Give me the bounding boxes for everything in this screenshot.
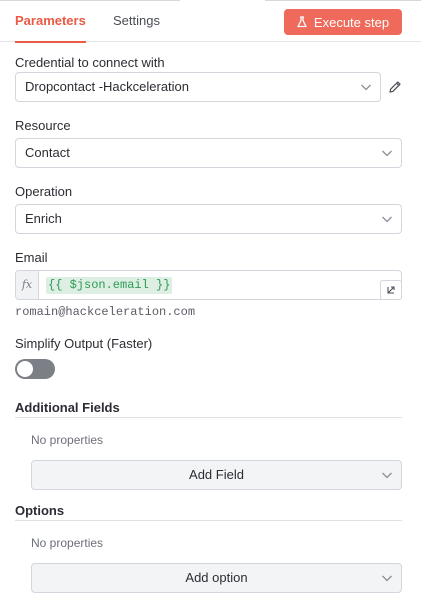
additional-fields-empty: No properties: [31, 433, 104, 447]
email-label: Email: [15, 250, 48, 265]
email-resolved-value: romain@hackceleration.com: [15, 305, 196, 319]
simplify-label: Simplify Output (Faster): [15, 336, 153, 351]
execute-step-button[interactable]: Execute step: [284, 9, 402, 35]
operation-value: Enrich: [25, 211, 62, 226]
simplify-toggle[interactable]: [15, 359, 55, 379]
tab-settings[interactable]: Settings: [113, 0, 160, 42]
add-field-label: Add Field: [189, 467, 244, 482]
add-field-button[interactable]: Add Field: [31, 460, 402, 490]
credential-label: Credential to connect with: [15, 55, 165, 70]
add-option-button[interactable]: Add option: [31, 563, 402, 593]
expand-icon: [387, 286, 395, 294]
resource-label: Resource: [15, 118, 71, 133]
chevron-down-icon: [382, 472, 392, 479]
section-divider: [15, 520, 402, 521]
tab-parameters[interactable]: Parameters: [15, 0, 86, 43]
credential-value: Dropcontact -Hackceleration: [25, 79, 190, 94]
additional-fields-title: Additional Fields: [15, 400, 120, 415]
resource-value: Contact: [25, 145, 70, 160]
email-expression-field[interactable]: fx {{ $json.email }}: [15, 270, 402, 300]
email-expression[interactable]: {{ $json.email }}: [46, 277, 173, 294]
execute-step-label: Execute step: [313, 14, 390, 30]
fx-icon: fx: [16, 271, 39, 299]
section-divider: [15, 417, 402, 418]
chevron-down-icon: [382, 575, 392, 582]
options-title: Options: [15, 503, 65, 518]
operation-label: Operation: [15, 184, 73, 199]
pencil-icon[interactable]: [388, 80, 402, 94]
operation-select[interactable]: Enrich: [15, 204, 402, 234]
add-option-label: Add option: [185, 570, 248, 585]
chevron-down-icon: [382, 216, 392, 223]
tab-label: Parameters: [15, 13, 86, 28]
toggle-knob: [17, 361, 33, 377]
options-empty: No properties: [31, 536, 104, 550]
flask-icon: [297, 16, 307, 28]
tab-label: Settings: [113, 13, 160, 28]
chevron-down-icon: [361, 84, 371, 91]
credential-select[interactable]: Dropcontact -Hackceleration: [15, 72, 381, 102]
resource-select[interactable]: Contact: [15, 138, 402, 168]
chevron-down-icon: [382, 150, 392, 157]
expand-editor-button[interactable]: [380, 280, 402, 300]
